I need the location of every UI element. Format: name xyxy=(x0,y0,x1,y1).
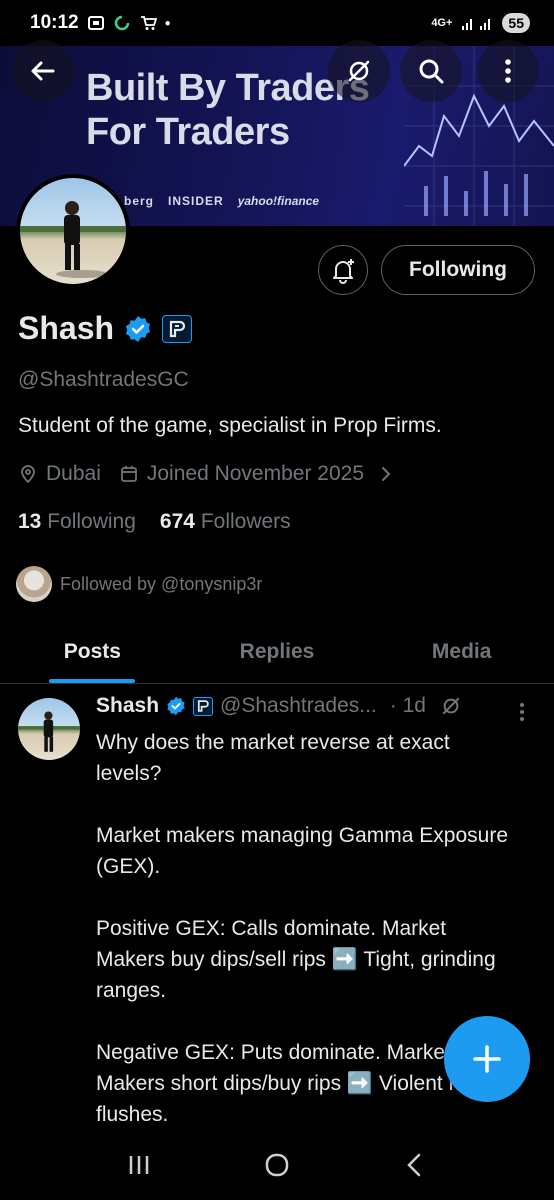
back-button[interactable] xyxy=(12,40,74,102)
follower-avatar xyxy=(16,566,52,602)
profile-handle: @ShashtradesGC xyxy=(18,368,189,391)
post-author-name[interactable]: Shash xyxy=(96,694,159,718)
banner-headline: Built By Traders For Traders xyxy=(86,66,370,154)
bell-plus-icon xyxy=(333,259,354,284)
arrow-left-icon xyxy=(31,61,55,81)
recent-apps-icon[interactable] xyxy=(124,1150,154,1180)
followed-by-row[interactable]: Followed by @tonysnip3r xyxy=(16,566,262,602)
screenshot-icon xyxy=(87,16,104,30)
followed-by-text: Followed by @tonysnip3r xyxy=(60,573,263,594)
verified-badge-icon xyxy=(167,696,185,716)
post-more-icon[interactable] xyxy=(512,700,532,724)
notifications-bell-button[interactable] xyxy=(318,245,368,295)
avatar-person-figure xyxy=(20,201,126,278)
follow-counts: 13 Following 674 Followers xyxy=(18,510,291,534)
banner-line-2: For Traders xyxy=(86,111,290,153)
following-count: 13 xyxy=(18,510,42,533)
calendar-icon xyxy=(120,466,137,482)
search-button[interactable] xyxy=(400,40,462,102)
post-time: · 1d xyxy=(389,694,426,717)
post-body: Why does the market reverse at exact lev… xyxy=(96,727,516,1161)
status-time: 10:12 xyxy=(30,12,79,33)
location-pin-icon xyxy=(21,465,35,484)
status-bar: 10:12 ● 4G+ 55 xyxy=(0,0,554,46)
chevron-right-icon[interactable] xyxy=(376,464,396,484)
location-text: Dubai xyxy=(46,462,101,485)
profile-meta: Dubai Joined November 2025 xyxy=(18,462,396,486)
post-paragraph: Positive GEX: Calls dominate. Market Mak… xyxy=(96,917,496,1002)
post-paragraph: Market makers managing Gamma Exposure (G… xyxy=(96,824,508,878)
compose-post-button[interactable] xyxy=(444,1016,530,1102)
more-vertical-icon xyxy=(505,59,511,83)
grok-button[interactable] xyxy=(328,40,390,102)
back-nav-icon[interactable] xyxy=(400,1150,430,1180)
post-author-handle[interactable]: @Shashtrades... xyxy=(220,694,377,718)
sync-icon xyxy=(114,15,129,31)
post-avatar-figure xyxy=(18,711,80,752)
affiliate-badge-icon[interactable] xyxy=(162,314,193,343)
more-options-button[interactable] xyxy=(477,40,539,102)
following-count-link[interactable]: 13 Following xyxy=(18,510,136,534)
post-paragraph: Why does the market reverse at exact lev… xyxy=(96,731,450,785)
tab-posts[interactable]: Posts xyxy=(0,620,185,683)
bloomberg-logo: berg xyxy=(124,194,155,208)
affiliate-badge-icon xyxy=(193,696,214,716)
display-name: Shash xyxy=(18,310,115,346)
cart-icon xyxy=(140,16,157,30)
system-nav-bar xyxy=(0,1130,554,1200)
network-type: 4G+ xyxy=(431,17,453,29)
grok-icon[interactable] xyxy=(439,694,463,718)
joined-date: Joined November 2025 xyxy=(146,462,365,485)
following-button[interactable]: Following xyxy=(381,245,535,295)
post-header: Shash @Shashtrades... · 1d xyxy=(96,694,463,718)
profile-name-row: Shash xyxy=(18,310,193,347)
followers-count: 674 xyxy=(159,510,195,533)
tab-replies[interactable]: Replies xyxy=(185,620,370,683)
banner-logos: berg INSIDER yahoo!finance xyxy=(124,194,319,208)
battery-level: 55 xyxy=(502,13,530,33)
followers-count-link[interactable]: 674 Followers xyxy=(160,510,291,534)
following-label: Following xyxy=(47,510,136,533)
home-icon[interactable] xyxy=(262,1150,292,1180)
post-author-avatar[interactable] xyxy=(18,698,80,760)
grok-icon xyxy=(348,60,370,82)
plus-icon xyxy=(473,1045,501,1073)
banner-line-1: Built By Traders xyxy=(86,67,370,109)
tab-media[interactable]: Media xyxy=(369,620,554,683)
signal-icon xyxy=(462,19,491,30)
profile-bio: Student of the game, specialist in Prop … xyxy=(18,414,442,437)
yahoo-finance-logo: yahoo!finance xyxy=(237,194,320,208)
search-icon xyxy=(419,59,444,84)
notification-dot-icon: ● xyxy=(164,17,171,29)
profile-avatar[interactable] xyxy=(16,174,130,288)
followers-label: Followers xyxy=(200,510,291,533)
insider-logo: INSIDER xyxy=(168,194,224,208)
verified-badge-icon[interactable] xyxy=(124,315,152,343)
profile-tabs: Posts Replies Media xyxy=(0,620,554,684)
